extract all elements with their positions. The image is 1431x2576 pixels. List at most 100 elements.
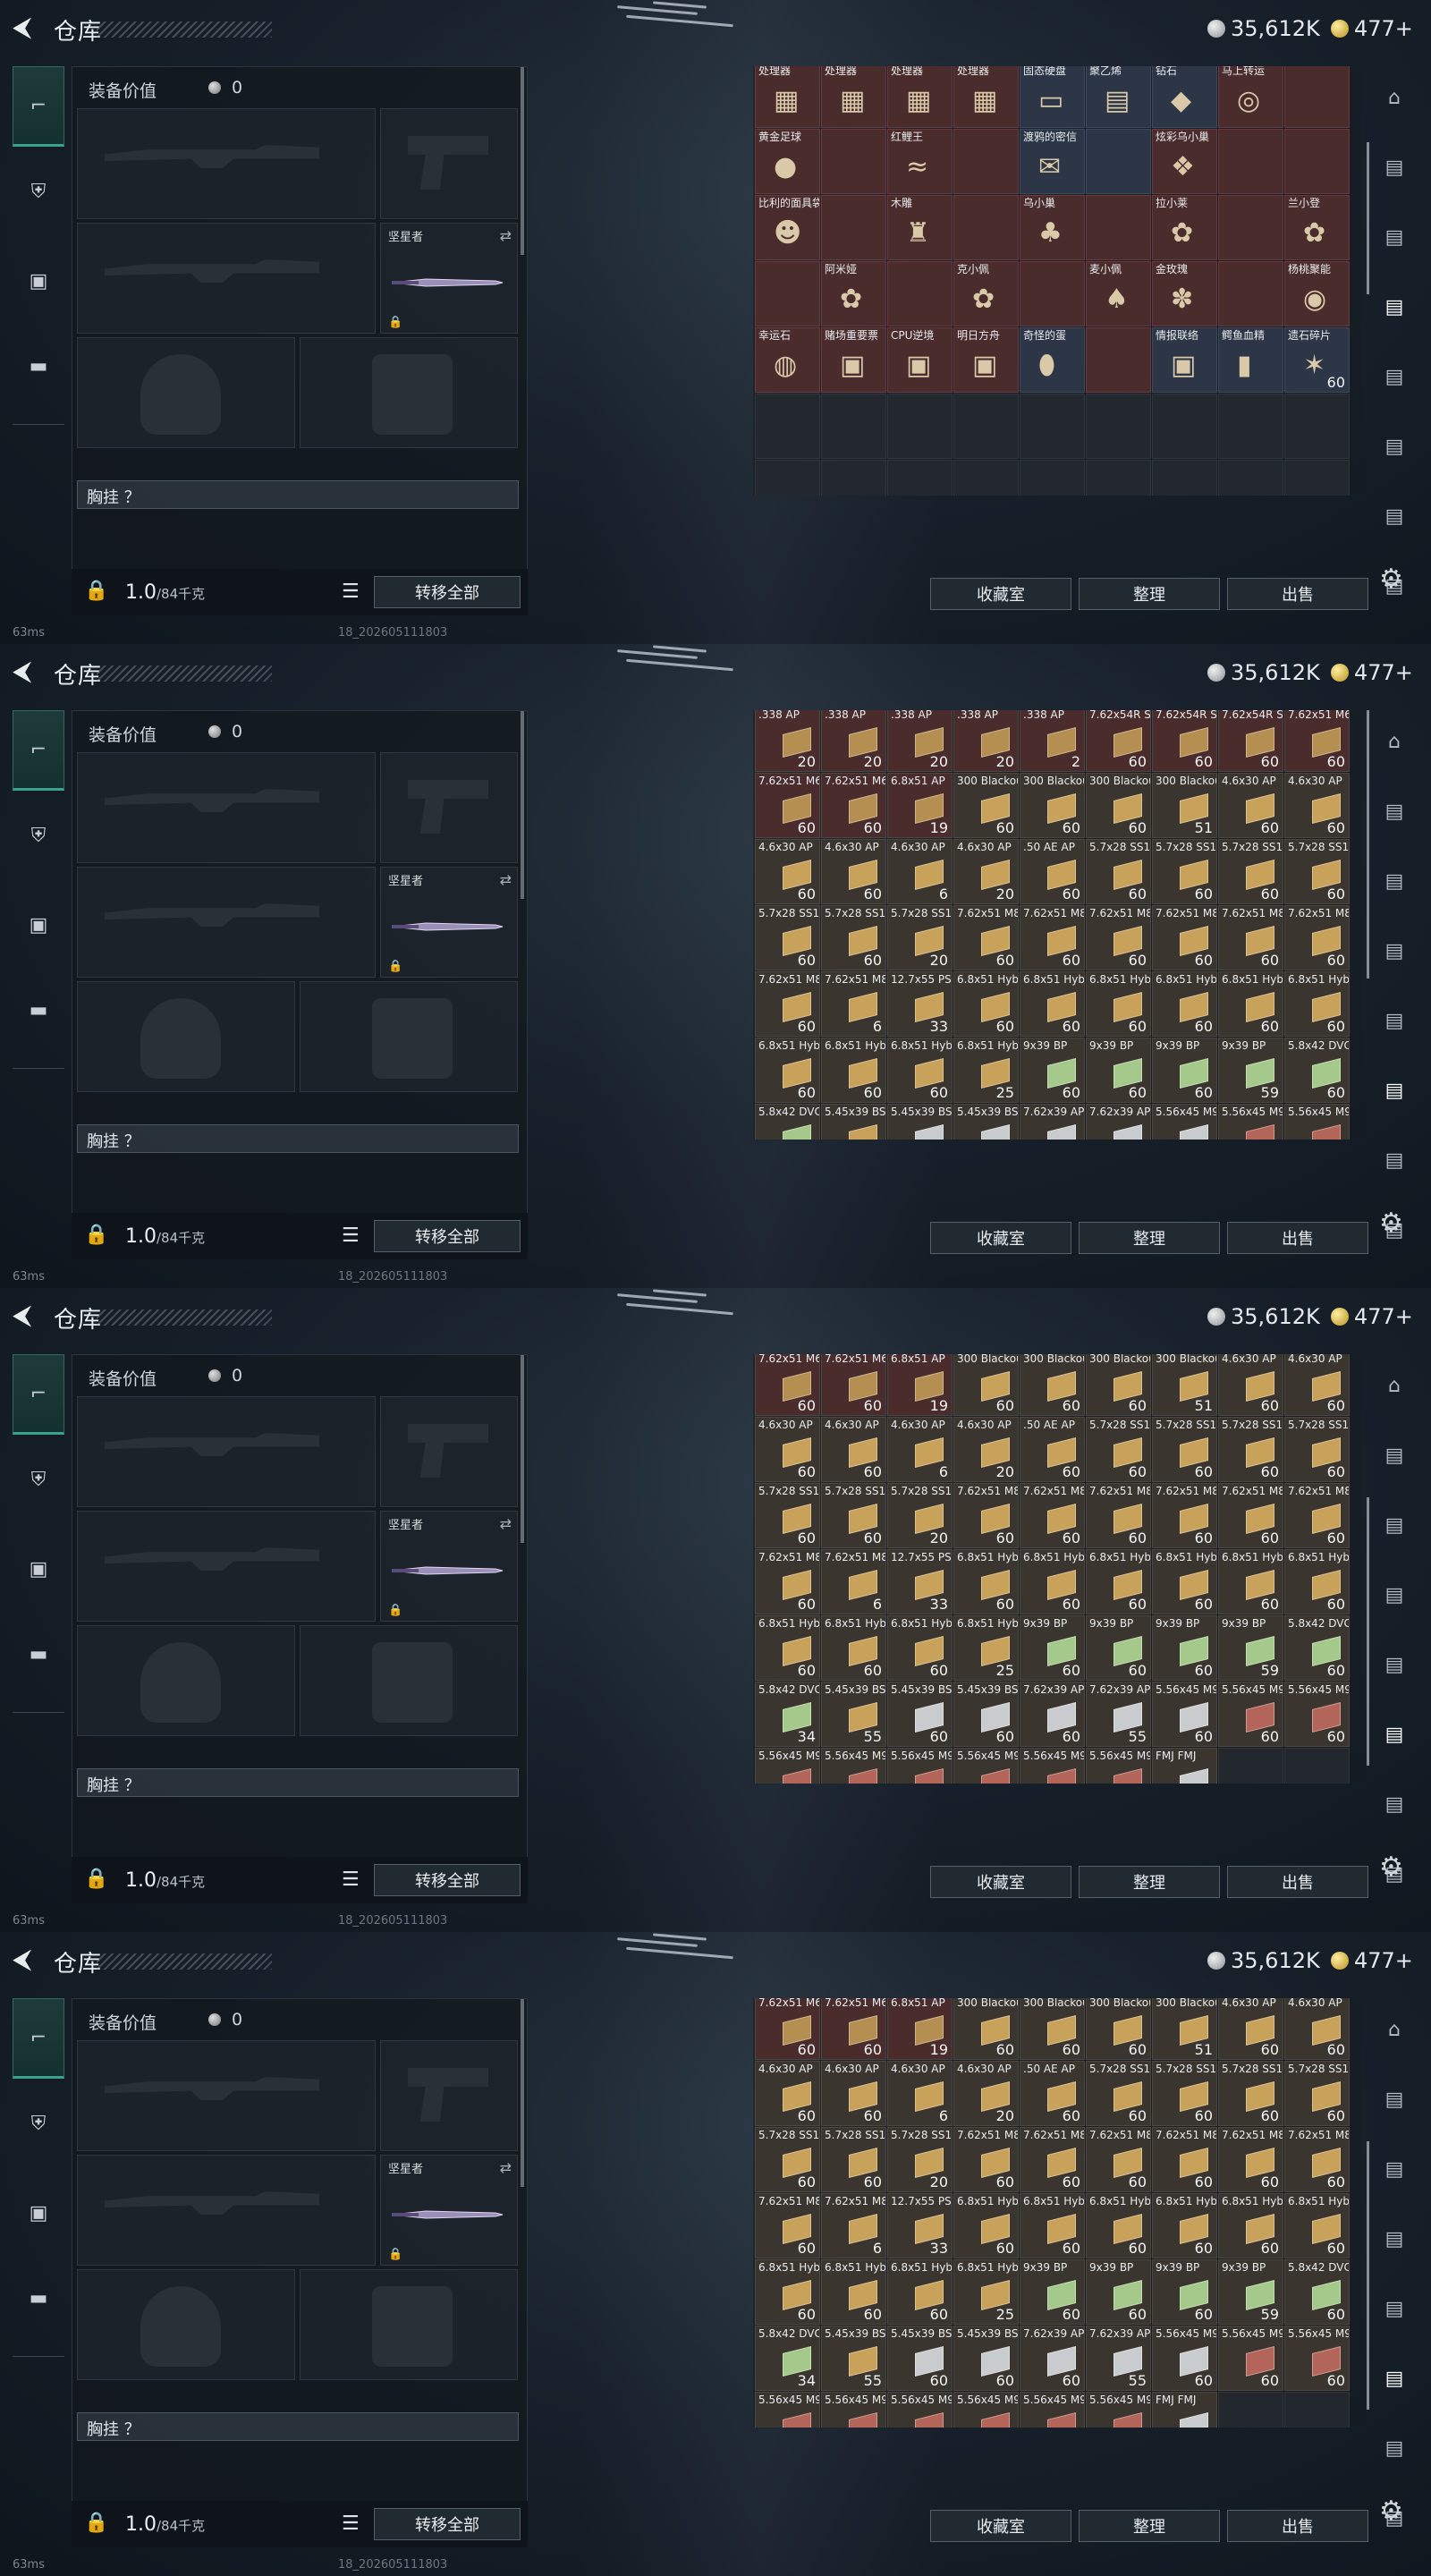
inventory-cell[interactable]: 5.8x42 DVC12 60 (1284, 2259, 1350, 2325)
storage-tab-4[interactable]: ▤ (1372, 1633, 1417, 1696)
inventory-cell[interactable]: 5.45x39 BS60 (953, 1104, 1019, 1140)
storage-tab-1[interactable]: ▤ (1372, 2068, 1417, 2131)
inventory-cell[interactable] (953, 195, 1019, 260)
pistol-slot[interactable] (380, 752, 518, 863)
inventory-cell[interactable]: 6.8x51 Hybrid 60 (887, 1038, 953, 1103)
back-button[interactable]: ⮜ (13, 1302, 43, 1331)
inventory-cell[interactable]: 5.56x45 M99560 (821, 1748, 886, 1784)
storage-tab-4[interactable]: ▤ (1372, 989, 1417, 1052)
inventory-cell[interactable]: 6.8x51 Hybrid 60 (755, 2259, 820, 2325)
nav-weapons[interactable]: ⌐ (13, 1998, 64, 2079)
inventory-cell[interactable]: ▦ 处理器 (755, 66, 820, 128)
inventory-cell[interactable] (887, 394, 953, 459)
inventory-cell[interactable]: 7.62x51 M80 6 (821, 2193, 886, 2258)
nav-backpack[interactable]: ▣ (13, 241, 64, 321)
inventory-cell[interactable] (1284, 394, 1350, 459)
inventory-cell[interactable]: 9x39 BP 60 (1152, 2259, 1217, 2325)
inventory-cell[interactable]: 7.62x51 M80 60 (755, 1549, 820, 1614)
settings-gear-icon[interactable]: ⚙ (1379, 1852, 1403, 1883)
inventory-cell[interactable]: 7.62x51 M80 60 (1152, 905, 1217, 970)
inventory-cell[interactable]: 6.8x51 Hybrid 25 (953, 1615, 1019, 1681)
inventory-cell[interactable]: 4.6x30 AP 60 (1284, 1998, 1350, 2060)
inventory-cell[interactable]: 5.45x39 BS 55 (821, 1682, 886, 1747)
nav-backpack[interactable]: ▣ (13, 1529, 64, 1609)
back-button[interactable]: ⮜ (13, 658, 43, 687)
equipment-scrollbar[interactable] (521, 1999, 524, 2187)
inventory-cell[interactable]: 9x39 BP 60 (1020, 1615, 1085, 1681)
inventory-cell[interactable]: 6.8x51 Hybrid 60 (953, 2193, 1019, 2258)
inventory-cell[interactable]: 12.7x55 PS12B 33 (887, 2193, 953, 2258)
inventory-cell[interactable]: 6.8x51 Hybrid 60 (1152, 2193, 1217, 2258)
inventory-cell[interactable]: 5.56x45 M99538 (1086, 2392, 1151, 2428)
nav-armor[interactable]: ⛨ (13, 795, 64, 876)
inventory-cell[interactable]: 4.6x30 AP 60 (1218, 1998, 1283, 2060)
nav-weapons[interactable]: ⌐ (13, 66, 64, 147)
collection-room-button[interactable]: 收藏室 (930, 1866, 1071, 1898)
inventory-cell[interactable]: ☻ 比利的面具袋 (755, 195, 820, 260)
gold-currency[interactable]: 477+ (1331, 660, 1413, 685)
inventory-cell[interactable]: ✿ 克小佩 (953, 261, 1019, 326)
storage-tab-6[interactable]: ▤ (1372, 2417, 1417, 2479)
inventory-cell[interactable]: 5.56x45 M99560 (1284, 2326, 1350, 2391)
inventory-cell[interactable]: 4.6x30 AP 6 (887, 1417, 953, 1482)
inventory-cell[interactable]: 9x39 BP 60 (1020, 1038, 1085, 1103)
inventory-cell[interactable]: 5.45x39 BS60 (953, 1682, 1019, 1747)
storage-tab-3[interactable]: ▤ (1372, 919, 1417, 982)
inventory-cell[interactable]: 12.7x55 PS12B 33 (887, 971, 953, 1037)
inventory-cell[interactable]: 5.56x45 M99560 (755, 2392, 820, 2428)
inventory-cell[interactable]: 7.62x39 AP 55 (1086, 2326, 1151, 2391)
inventory-cell[interactable]: ▤ 聚乙烯 (1086, 66, 1151, 128)
inventory-cell[interactable]: 5.45x39 BS 55 (821, 2326, 886, 2391)
inventory-cell[interactable]: 4.6x30 AP 60 (755, 839, 820, 904)
inventory-cell[interactable]: 9x39 BP 60 (1020, 2259, 1085, 2325)
stash-icon[interactable]: ⌂ (1372, 1998, 1417, 2061)
inventory-cell[interactable]: ✉ 渡鸦的密信 (1020, 129, 1085, 194)
inventory-cell[interactable]: 5.7x28 SS190 60 (1152, 1417, 1217, 1482)
primary-weapon-slot[interactable] (77, 108, 376, 219)
inventory-cell[interactable]: 7.62x51 M61 60 (755, 773, 820, 838)
storage-tab-3[interactable]: ▤ (1372, 1563, 1417, 1626)
inventory-cell[interactable]: 5.7x28 SS190 60 (1284, 2061, 1350, 2126)
inventory-cell[interactable]: ✿ 阿米娅 (821, 261, 886, 326)
inventory-cell[interactable]: 7.62x51 M61 60 (821, 773, 886, 838)
nav-weapons[interactable]: ⌐ (13, 710, 64, 791)
nav-weapons[interactable]: ⌐ (13, 1354, 64, 1435)
inventory-cell[interactable]: ≈ 红鲤王 (887, 129, 953, 194)
inventory-cell[interactable]: 5.56x45 M99560 (1218, 1104, 1283, 1140)
inventory-cell[interactable]: 5.7x28 SS190 60 (821, 905, 886, 970)
inventory-cell[interactable]: 7.62x51 M61 60 (821, 1354, 886, 1416)
inventory-cell[interactable] (953, 460, 1019, 496)
inventory-cell[interactable]: 7.62x51 M80 60 (1020, 2127, 1085, 2192)
inventory-cell[interactable]: 6.8x51 Hybrid 60 (821, 1615, 886, 1681)
inventory-cell[interactable] (1284, 460, 1350, 496)
secondary-weapon-slot[interactable] (77, 1511, 376, 1622)
inventory-cell[interactable] (887, 460, 953, 496)
storage-tab-1[interactable]: ▤ (1372, 136, 1417, 199)
pistol-slot[interactable] (380, 108, 518, 219)
inventory-cell[interactable] (953, 129, 1019, 194)
inventory-cell[interactable]: ⬮ 奇怪的蛋 (1020, 327, 1085, 393)
nav-backpack[interactable]: ▣ (13, 2173, 64, 2253)
lock-icon[interactable]: 🔒 (84, 1224, 108, 1246)
inventory-cell[interactable]: ▭ 固态硬盘 (1020, 66, 1085, 128)
inventory-cell[interactable]: 5.45x39 BS60 (887, 1104, 953, 1140)
inventory-cell[interactable]: ▦ 处理器 (887, 66, 953, 128)
inventory-cell[interactable]: 6.8x51 Hybrid 60 (821, 2259, 886, 2325)
inventory-cell[interactable]: 7.62x39 AP 60 (1020, 2326, 1085, 2391)
inventory-cell[interactable]: 5.7x28 SS190 60 (1086, 1417, 1151, 1482)
storage-tab-2[interactable]: ▤ (1372, 1494, 1417, 1556)
inventory-cell[interactable]: ▦ 处理器 (821, 66, 886, 128)
list-icon[interactable]: ☰ (342, 1868, 360, 1891)
inventory-cell[interactable] (1218, 195, 1283, 260)
melee-slot[interactable]: 坚星者 ⇄ 🔒 (380, 223, 518, 334)
inventory-cell[interactable]: 6.8x51 Hybrid 60 (755, 1615, 820, 1681)
sell-button[interactable]: 出售 (1227, 578, 1368, 610)
inventory-cell[interactable] (821, 460, 886, 496)
inventory-cell[interactable]: .338 AP 2 (1020, 710, 1085, 772)
inventory-cell[interactable]: 6.8x51 Hybrid 60 (887, 2259, 953, 2325)
inventory-cell[interactable]: 6.8x51 Hybrid 60 (1020, 2193, 1085, 2258)
stash-icon[interactable]: ⌂ (1372, 66, 1417, 129)
inventory-cell[interactable]: 5.7x28 SS190 60 (1218, 2061, 1283, 2126)
inventory-cell[interactable]: 6.8x51 Hybrid 60 (1284, 1549, 1350, 1614)
inventory-cell[interactable]: 5.56x45 M99560 (1020, 1748, 1085, 1784)
